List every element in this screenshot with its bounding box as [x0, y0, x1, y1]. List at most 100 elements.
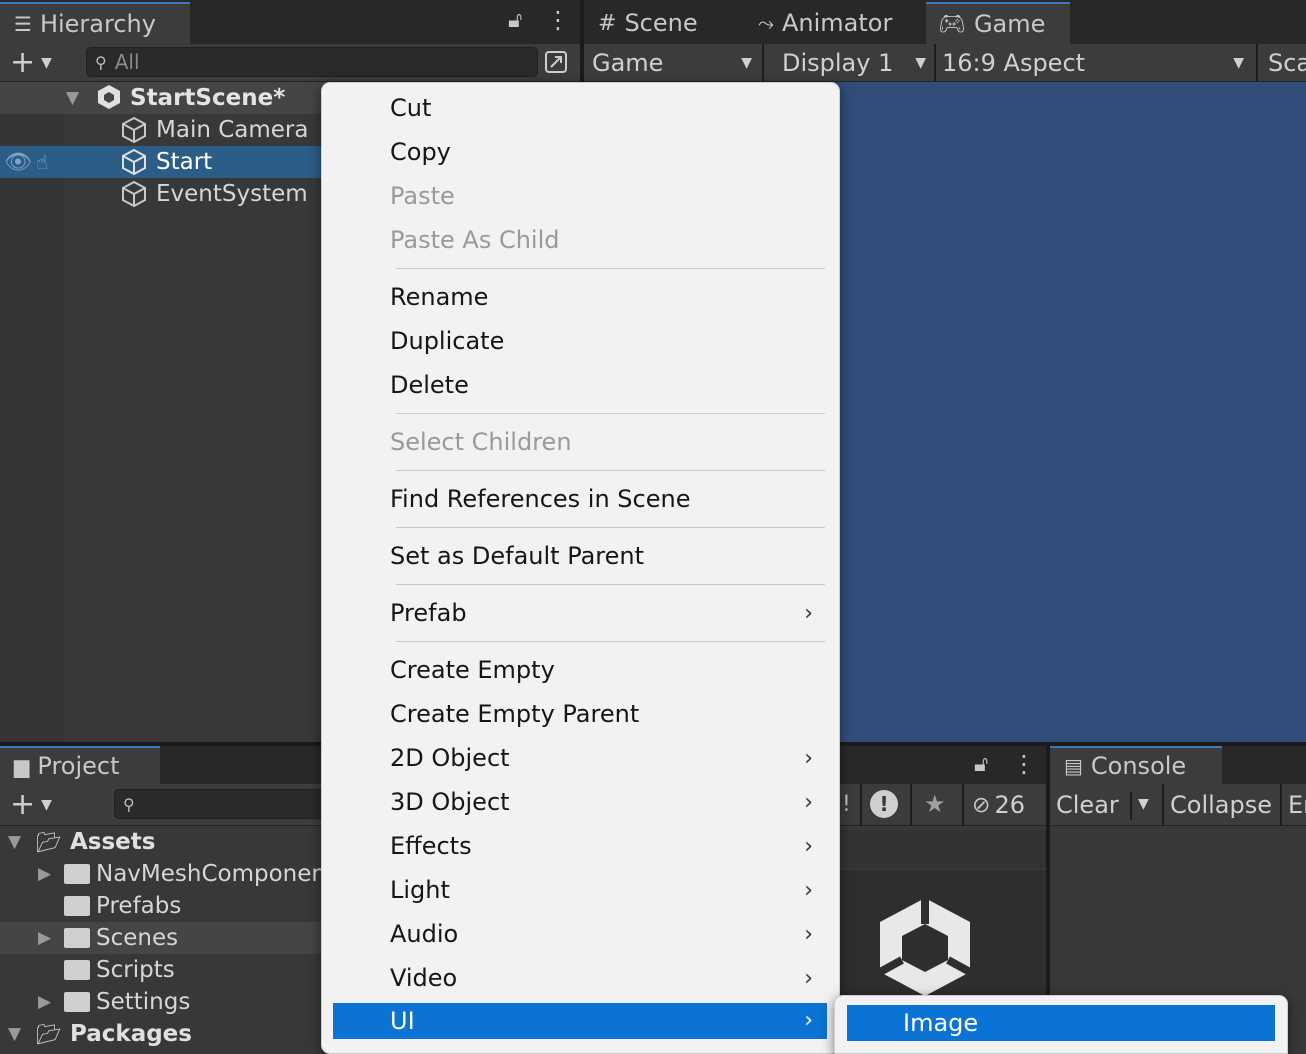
menu-item-prefab[interactable]: Prefab ›	[322, 591, 839, 635]
tree-item-packages[interactable]: ▼ 📂︎ Packages	[0, 1018, 330, 1050]
tab-project[interactable]: ▆ Project	[0, 746, 160, 784]
menu-item-label: Copy	[390, 138, 451, 166]
tree-item-navmesh[interactable]: ▶ NavMeshComponents	[0, 858, 330, 890]
hierarchy-tab-label: Hierarchy	[39, 10, 156, 38]
menu-item-create-empty-parent[interactable]: Create Empty Parent	[322, 692, 839, 736]
grid-icon: #	[598, 10, 617, 36]
submenu-item-image[interactable]: Image	[847, 1005, 1275, 1041]
toolbar-divider	[1256, 44, 1258, 82]
unity-scene-icon	[96, 84, 122, 116]
menu-item-label: Create Empty Parent	[390, 700, 640, 728]
submenu-arrow-icon: ›	[804, 966, 813, 991]
menu-item-find-references[interactable]: Find References in Scene	[322, 477, 839, 521]
context-menu: Cut Copy Paste Paste As Child Rename Dup…	[321, 82, 840, 1054]
menu-item-label: Effects	[390, 832, 472, 860]
chevron-down-icon: ▼	[915, 55, 926, 71]
toolbar-divider	[962, 784, 964, 826]
tree-item-label: NavMeshComponents	[96, 861, 330, 887]
display-dropdown[interactable]: Display 1 ▼	[766, 44, 934, 82]
visibility-eye-icon[interactable]: 👁︎	[4, 150, 32, 175]
menu-item-2d-object[interactable]: 2D Object ›	[322, 736, 839, 780]
error-pause-button[interactable]: Er	[1288, 784, 1306, 826]
filter-partial-icon[interactable]: !	[842, 792, 851, 817]
menu-item-set-default-parent[interactable]: Set as Default Parent	[322, 534, 839, 578]
menu-separator	[396, 641, 825, 642]
kebab-menu-icon[interactable]: ⋮	[1012, 750, 1036, 778]
clear-button[interactable]: Clear	[1056, 784, 1119, 826]
favorite-star-icon[interactable]: ★	[924, 790, 946, 818]
chevron-down-icon: ▼	[41, 55, 52, 71]
folder-open-icon: 📂︎	[36, 1022, 62, 1046]
menu-item-ui[interactable]: UI ›	[333, 1003, 827, 1039]
folder-icon: ▆	[14, 754, 30, 778]
scale-label: Sca	[1268, 49, 1306, 77]
lock-icon[interactable]: 🔓︎	[508, 8, 522, 33]
tab-scene[interactable]: # Scene	[584, 2, 736, 44]
hidden-packages-toggle[interactable]: ⊘ 26	[972, 790, 1025, 820]
console-icon: ▤	[1064, 754, 1083, 778]
menu-item-duplicate[interactable]: Duplicate	[322, 319, 839, 363]
submenu-arrow-icon: ›	[804, 834, 813, 859]
menu-item-light[interactable]: Light ›	[322, 868, 839, 912]
warning-filter-icon[interactable]: !	[870, 790, 898, 818]
menu-item-label: Light	[390, 876, 450, 904]
tree-item-assets[interactable]: ▼ 📂︎ Assets	[0, 826, 330, 858]
tree-item-scripts[interactable]: Scripts	[0, 954, 330, 986]
pickable-hand-icon[interactable]: ☝︎	[36, 150, 48, 174]
collapse-arrow-icon[interactable]: ▶	[38, 928, 51, 948]
unity-scene-asset-icon[interactable]	[876, 894, 974, 998]
collapse-arrow-icon[interactable]: ▶	[38, 992, 51, 1012]
menu-item-label: Create Empty	[390, 656, 555, 684]
tab-game[interactable]: 🎮︎ Game	[926, 2, 1070, 44]
menu-item-create-empty[interactable]: Create Empty	[322, 648, 839, 692]
menu-item-cut[interactable]: Cut	[322, 86, 839, 130]
hierarchy-search-field[interactable]: ⚲ All	[86, 47, 538, 77]
submenu-arrow-icon: ›	[804, 1008, 813, 1033]
tab-console[interactable]: ▤ Console	[1050, 746, 1222, 784]
menu-item-effects[interactable]: Effects ›	[322, 824, 839, 868]
menu-item-select-children[interactable]: Select Children	[322, 420, 839, 464]
submenu-item-label: Image	[903, 1009, 979, 1037]
hierarchy-item-label: EventSystem	[156, 181, 308, 207]
tree-item-scenes[interactable]: ▶ Scenes	[0, 922, 330, 954]
menu-item-label: Rename	[390, 283, 489, 311]
tab-hierarchy[interactable]: ☰ Hierarchy	[0, 2, 190, 44]
toolbar-divider	[934, 44, 936, 82]
menu-separator	[396, 527, 825, 528]
folder-icon	[64, 928, 90, 948]
search-mode-icon	[545, 51, 567, 73]
game-mode-dropdown[interactable]: Game ▼	[584, 44, 762, 82]
add-button[interactable]: + ▼	[10, 46, 52, 80]
submenu-arrow-icon: ›	[804, 790, 813, 815]
expand-arrow-icon[interactable]: ▼	[8, 1024, 21, 1044]
menu-item-delete[interactable]: Delete	[322, 363, 839, 407]
scene-visibility-button[interactable]	[540, 47, 572, 77]
tree-item-label: Assets	[70, 829, 156, 855]
collapse-arrow-icon[interactable]: ▶	[38, 864, 51, 884]
menu-item-3d-object[interactable]: 3D Object ›	[322, 780, 839, 824]
toolbar-divider	[1162, 784, 1164, 826]
project-add-button[interactable]: + ▼	[10, 788, 52, 822]
menu-item-label: Paste	[390, 182, 455, 210]
menu-item-paste[interactable]: Paste	[322, 174, 839, 218]
tree-item-prefabs[interactable]: Prefabs	[0, 890, 330, 922]
lock-icon[interactable]: 🔓︎	[974, 752, 988, 777]
collapse-button[interactable]: Collapse	[1170, 784, 1272, 826]
menu-item-audio[interactable]: Audio ›	[322, 912, 839, 956]
clear-options-chevron-icon[interactable]: ▼	[1138, 796, 1149, 812]
project-search-field[interactable]: ⚲	[114, 789, 344, 819]
expand-arrow-icon[interactable]: ▼	[66, 88, 79, 108]
menu-item-copy[interactable]: Copy	[322, 130, 839, 174]
folder-icon	[64, 992, 90, 1012]
kebab-menu-icon[interactable]: ⋮	[546, 6, 570, 34]
expand-arrow-icon[interactable]: ▼	[8, 832, 21, 852]
menu-item-rename[interactable]: Rename	[322, 275, 839, 319]
menu-item-paste-as-child[interactable]: Paste As Child	[322, 218, 839, 262]
menu-item-label: Video	[390, 964, 458, 992]
tab-animator[interactable]: ⤳ Animator	[744, 2, 924, 44]
menu-separator	[396, 584, 825, 585]
scale-control[interactable]: Sca	[1260, 44, 1306, 82]
tree-item-settings[interactable]: ▶ Settings	[0, 986, 330, 1018]
menu-item-video[interactable]: Video ›	[322, 956, 839, 1000]
aspect-dropdown[interactable]: 16:9 Aspect ▼	[938, 44, 1254, 82]
